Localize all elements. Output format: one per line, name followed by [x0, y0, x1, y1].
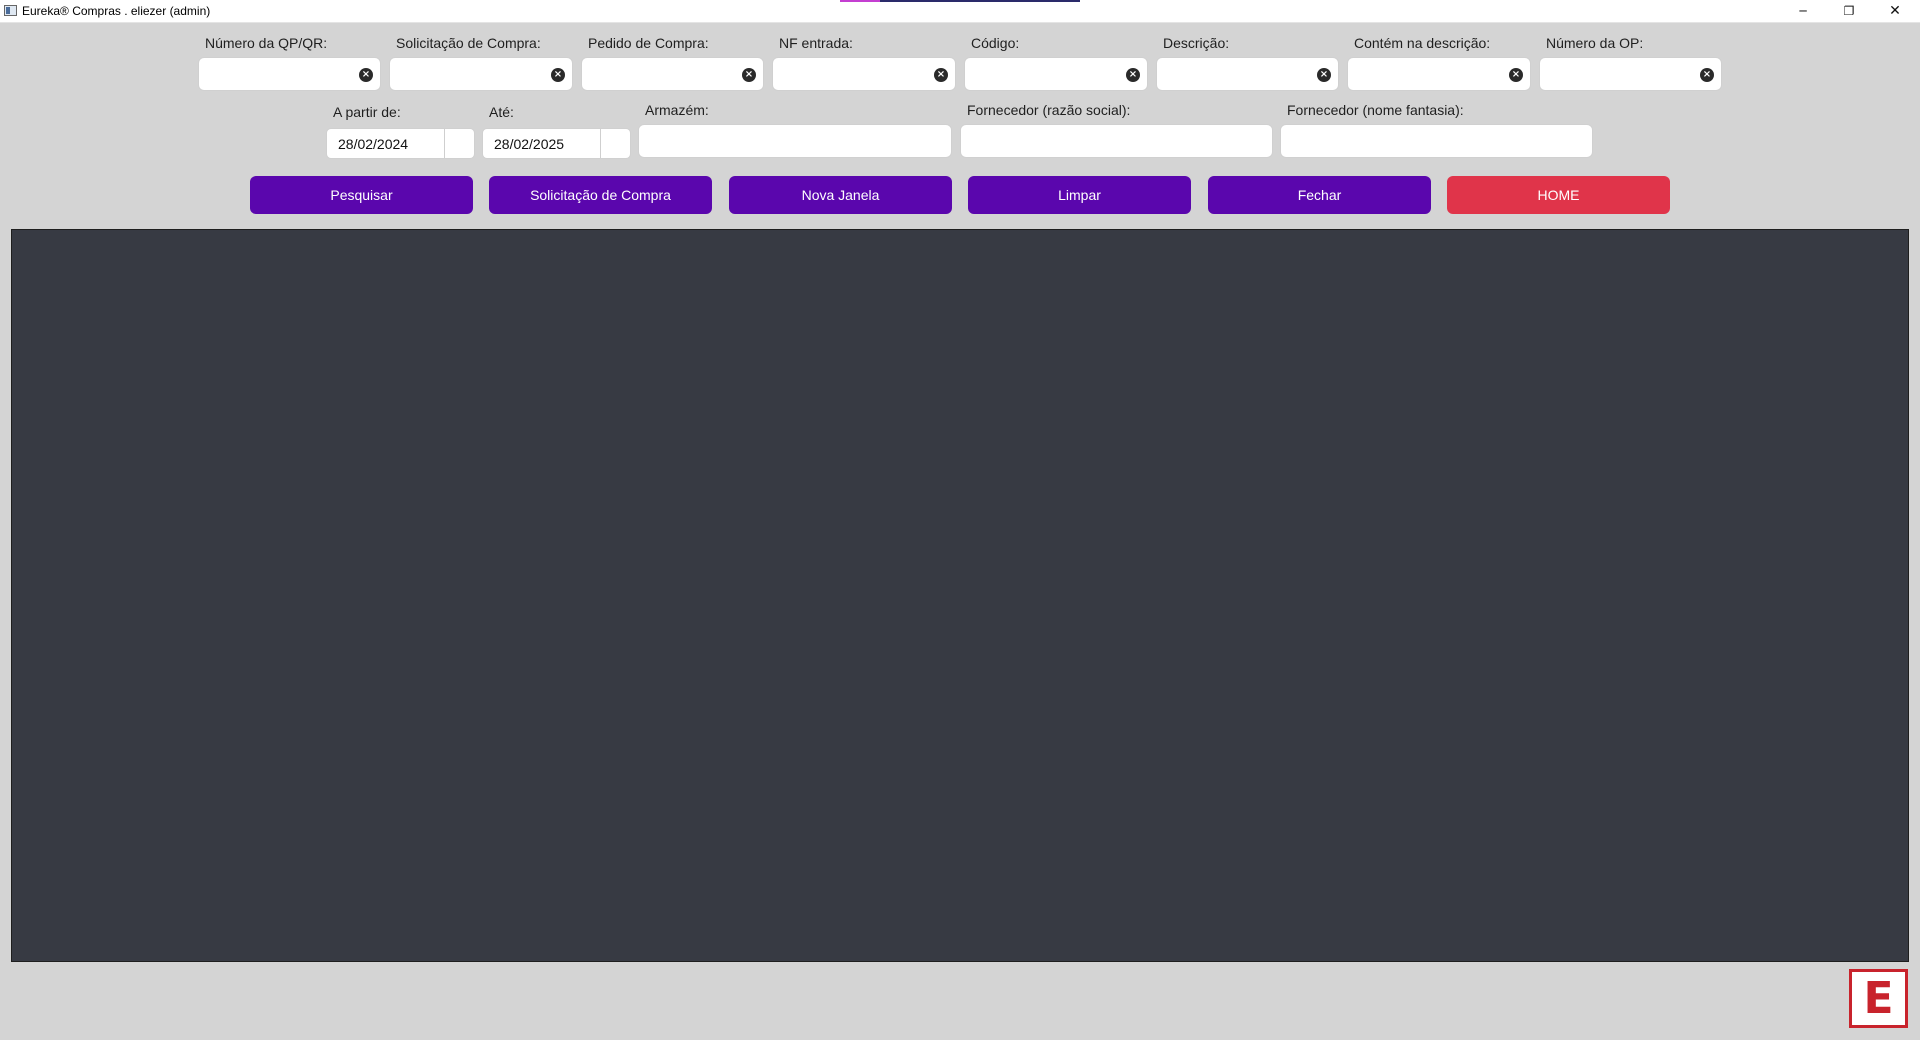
- armazem-field[interactable]: [638, 124, 952, 159]
- solicitacao-compra-input[interactable]: [398, 58, 544, 92]
- window-title-bar: Eureka® Compras . eliezer (admin) ─ ❐ ✕: [0, 0, 1920, 23]
- numero-op-field[interactable]: ×: [1539, 57, 1722, 92]
- title-accent-bar: [840, 0, 1080, 2]
- clear-icon[interactable]: ×: [742, 68, 756, 82]
- label-nf-entrada: NF entrada:: [779, 35, 853, 51]
- date-from-value: 28/02/2024: [338, 136, 409, 152]
- fechar-button[interactable]: Fechar: [1208, 176, 1431, 214]
- clear-icon[interactable]: ×: [1509, 68, 1523, 82]
- label-solicitacao-compra: Solicitação de Compra:: [396, 35, 541, 51]
- descricao-field[interactable]: ×: [1156, 57, 1339, 92]
- date-to-value: 28/02/2025: [494, 136, 565, 152]
- close-icon[interactable]: ✕: [1872, 0, 1918, 22]
- label-pedido-compra: Pedido de Compra:: [588, 35, 709, 51]
- clear-icon[interactable]: ×: [359, 68, 373, 82]
- maximize-icon[interactable]: ❐: [1826, 0, 1872, 22]
- armazem-input[interactable]: [647, 125, 947, 159]
- home-button[interactable]: HOME: [1447, 176, 1670, 214]
- nf-entrada-input[interactable]: [781, 58, 927, 92]
- clear-icon[interactable]: ×: [934, 68, 948, 82]
- nf-entrada-field[interactable]: ×: [772, 57, 956, 92]
- date-from-dropdown[interactable]: [444, 129, 474, 158]
- app-icon: [4, 5, 17, 16]
- descricao-input[interactable]: [1165, 58, 1310, 92]
- label-numero-op: Número da OP:: [1546, 35, 1644, 51]
- numero-qp-qr-input[interactable]: [207, 58, 352, 92]
- solicitacao-compra-field[interactable]: ×: [389, 57, 573, 92]
- solicitacao-compra-button[interactable]: Solicitação de Compra: [489, 176, 712, 214]
- date-to-dropdown[interactable]: [600, 129, 630, 158]
- clear-icon[interactable]: ×: [1126, 68, 1140, 82]
- label-fornecedor-fantasia: Fornecedor (nome fantasia):: [1287, 102, 1464, 118]
- contem-descricao-input[interactable]: [1356, 58, 1502, 92]
- numero-qp-qr-field[interactable]: ×: [198, 57, 381, 92]
- numero-op-input[interactable]: [1548, 58, 1693, 92]
- eureka-logo: E: [1849, 969, 1908, 1028]
- label-contem-descricao: Contém na descrição:: [1354, 35, 1491, 51]
- results-table-area[interactable]: [11, 229, 1909, 962]
- fornecedor-fantasia-field[interactable]: [1280, 124, 1593, 159]
- fornecedor-razao-input[interactable]: [969, 125, 1268, 159]
- pedido-compra-field[interactable]: ×: [581, 57, 764, 92]
- contem-descricao-field[interactable]: ×: [1347, 57, 1531, 92]
- codigo-input[interactable]: [973, 58, 1119, 92]
- minimize-icon[interactable]: ─: [1780, 0, 1826, 22]
- label-codigo: Código:: [971, 35, 1020, 51]
- label-armazem: Armazém:: [645, 102, 709, 118]
- codigo-field[interactable]: ×: [964, 57, 1148, 92]
- date-to-picker[interactable]: 28/02/2025: [482, 128, 631, 159]
- fornecedor-fantasia-input[interactable]: [1289, 125, 1588, 159]
- clear-icon[interactable]: ×: [1317, 68, 1331, 82]
- pedido-compra-input[interactable]: [590, 58, 735, 92]
- label-a-partir-de: A partir de:: [333, 104, 401, 120]
- fornecedor-razao-field[interactable]: [960, 124, 1273, 159]
- logo-letter: E: [1863, 972, 1894, 1024]
- limpar-button[interactable]: Limpar: [968, 176, 1191, 214]
- pesquisar-button[interactable]: Pesquisar: [250, 176, 473, 214]
- clear-icon[interactable]: ×: [1700, 68, 1714, 82]
- clear-icon[interactable]: ×: [551, 68, 565, 82]
- label-numero-qp-qr: Número da QP/QR:: [205, 35, 328, 51]
- nova-janela-button[interactable]: Nova Janela: [729, 176, 952, 214]
- label-fornecedor-razao: Fornecedor (razão social):: [967, 102, 1131, 118]
- window-title: Eureka® Compras . eliezer (admin): [22, 4, 211, 18]
- label-ate: Até:: [489, 104, 514, 120]
- label-descricao: Descrição:: [1163, 35, 1230, 51]
- date-from-picker[interactable]: 28/02/2024: [326, 128, 475, 159]
